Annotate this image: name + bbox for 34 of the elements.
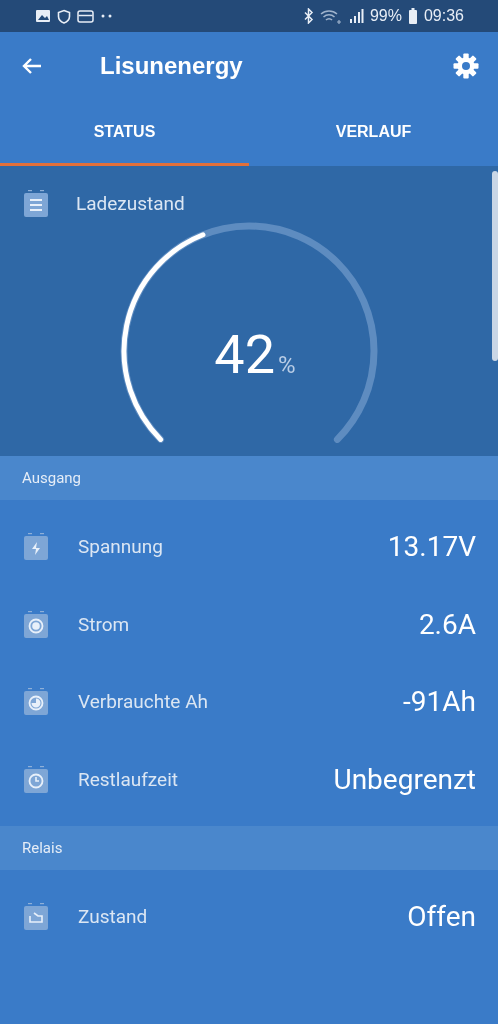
clock-time: 09:36 [423, 7, 464, 25]
signal-icon [347, 8, 364, 24]
section-header: Ausgang [0, 456, 498, 500]
bluetooth-icon [303, 8, 314, 24]
row-label: Spannung [78, 535, 164, 559]
tab[interactable]: VERLAUF [249, 100, 498, 166]
row-label: Verbrauchte Ah [78, 690, 210, 714]
row-value: -91Ah [403, 685, 476, 719]
section-header: Relais [0, 826, 498, 870]
battery-icon [407, 8, 418, 24]
settings-icon [452, 52, 480, 80]
row-label: Zustand [78, 905, 149, 929]
row-value: 2.6A [418, 607, 476, 641]
row-value: Unbegrenzt [333, 762, 476, 796]
clock-icon [24, 765, 48, 793]
row-value: 13.17V [387, 530, 476, 564]
image-icon [35, 9, 51, 23]
battery-list-icon [24, 190, 48, 217]
more-notifications-icon [100, 13, 114, 19]
target-icon [24, 610, 48, 638]
charge-unit: % [278, 351, 296, 379]
app-title: Lisunenergy [100, 52, 244, 80]
row-label: Restlaufzeit [78, 767, 180, 791]
gauge-label: Ladezustand [76, 192, 185, 215]
battery-percent: 99% [369, 7, 402, 25]
wifi-icon [319, 8, 342, 24]
row-label: Strom [78, 612, 131, 636]
relay-icon [24, 903, 48, 931]
pie-icon [24, 688, 48, 716]
settings-button[interactable] [452, 52, 480, 80]
lightning-icon [24, 533, 48, 561]
charge-value: 42 [214, 323, 276, 386]
row-value: Offen [407, 900, 476, 934]
shield-icon [57, 8, 71, 24]
